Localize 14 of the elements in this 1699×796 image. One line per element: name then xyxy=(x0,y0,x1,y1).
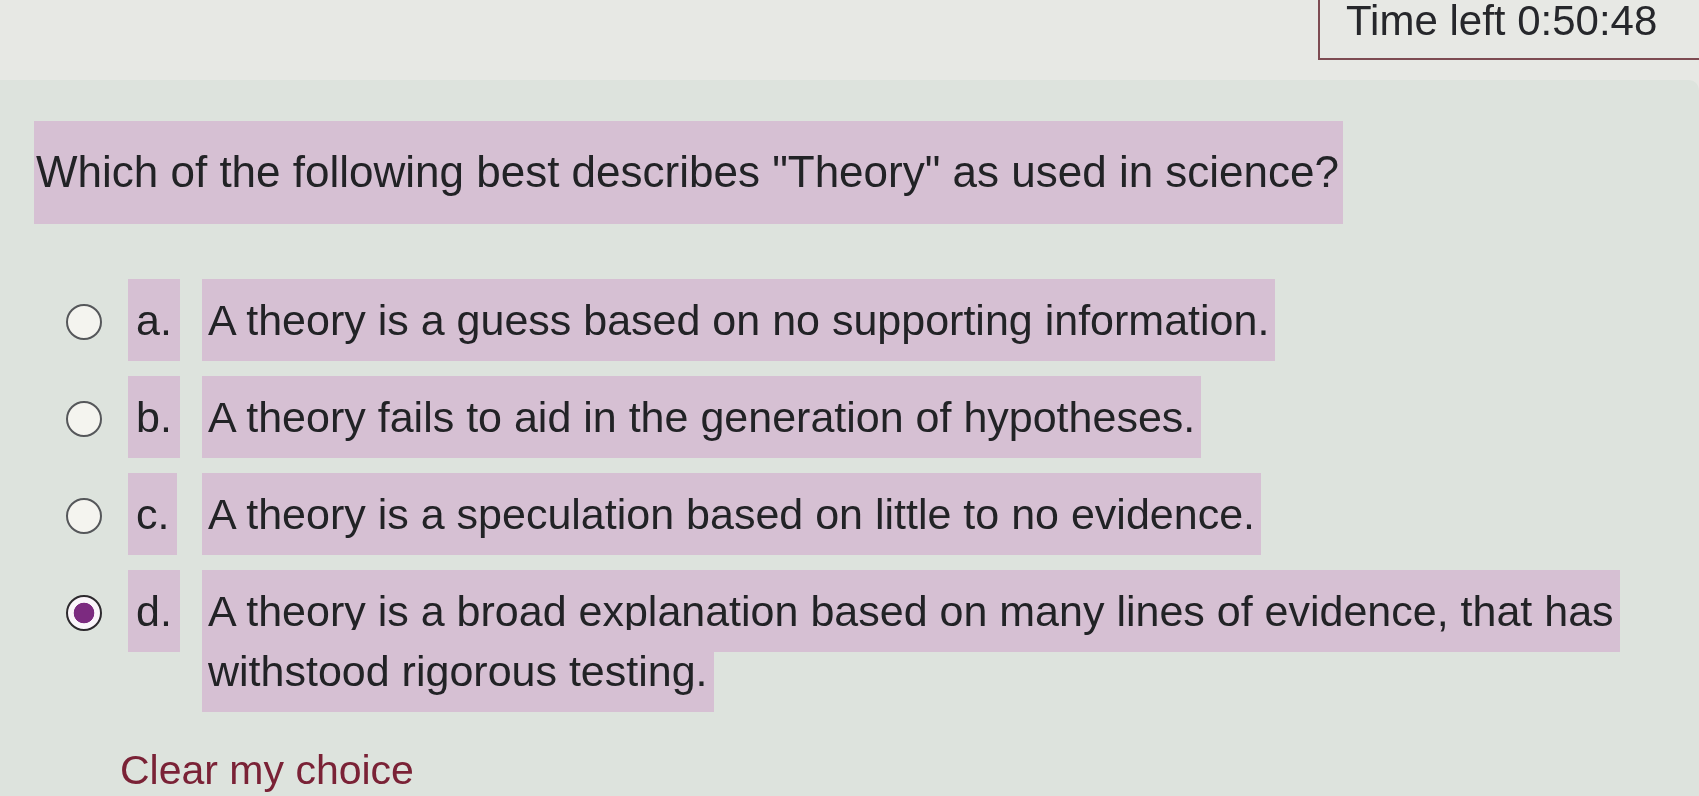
option-text[interactable]: A theory fails to aid in the generation of hypotheses. xyxy=(202,375,1202,458)
option-letter: b. xyxy=(128,376,180,458)
option-letter: a. xyxy=(128,279,180,361)
option-letter: d. xyxy=(128,570,180,652)
timer: Time left 0:50:48 xyxy=(1318,0,1699,60)
radio-button[interactable] xyxy=(66,401,102,437)
option-text[interactable]: A theory is a speculation based on little to no evidence. xyxy=(202,472,1261,555)
radio-button[interactable] xyxy=(66,595,102,631)
radio-button[interactable] xyxy=(66,498,102,534)
option-letter: c. xyxy=(128,473,178,555)
clear-choice-link[interactable]: Clear my choice xyxy=(120,747,414,793)
radio-button[interactable] xyxy=(66,304,102,340)
option-text[interactable]: A theory is a guess based on no supporting information. xyxy=(202,278,1276,361)
question-text: Which of the following best describes "Theory" as used in science? xyxy=(34,121,1343,224)
